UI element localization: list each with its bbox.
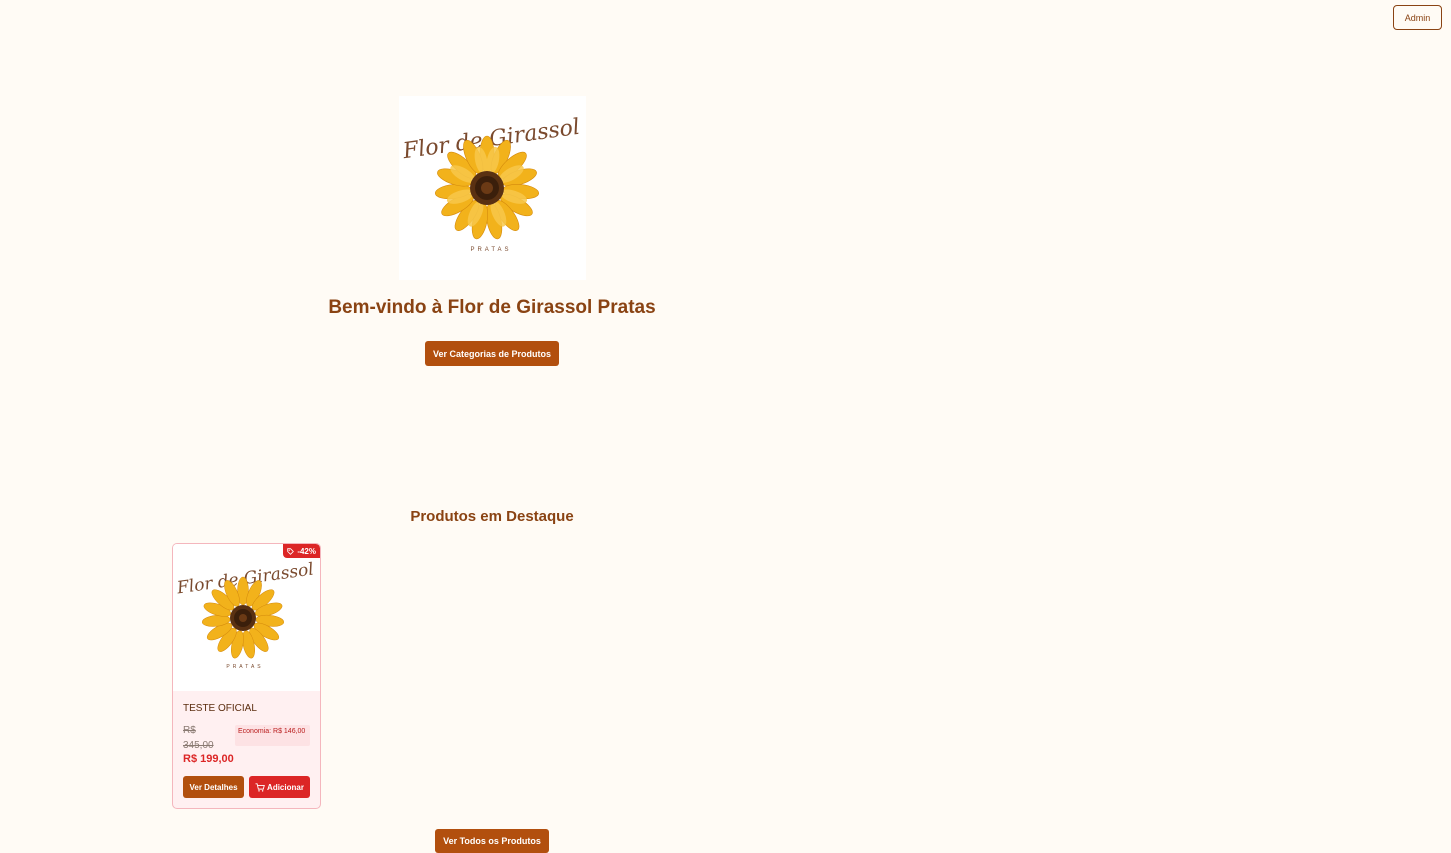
saving-badge: Economia: R$ 146,00 bbox=[235, 725, 310, 746]
product-name[interactable]: TESTE OFICIAL bbox=[183, 703, 257, 714]
cart-icon bbox=[255, 782, 265, 792]
tag-icon bbox=[287, 547, 295, 555]
featured-section-title: Produtos em Destaque bbox=[410, 508, 574, 525]
view-all-products-button[interactable]: Ver Todos os Produtos bbox=[435, 829, 549, 853]
logo-subtitle: PRATAS bbox=[470, 247, 511, 253]
add-button-label: Adicionar bbox=[267, 782, 304, 792]
view-details-button[interactable]: Ver Detalhes bbox=[183, 776, 244, 798]
product-price: R$ 199,00 bbox=[183, 753, 234, 765]
discount-label: -42% bbox=[297, 546, 316, 556]
add-to-cart-button[interactable]: Adicionar bbox=[249, 776, 310, 798]
product-image[interactable]: Flor de Girassol bbox=[173, 544, 320, 691]
hero-title: Bem-vindo à Flor de Girassol Pratas bbox=[328, 297, 656, 318]
discount-badge: -42% bbox=[283, 544, 320, 558]
product-card[interactable]: Flor de Girassol bbox=[172, 543, 321, 809]
brand-logo: Flor de Girassol PRATAS bbox=[399, 96, 586, 280]
admin-button[interactable]: Admin bbox=[1393, 5, 1442, 30]
old-price: R$ 345,00 bbox=[183, 725, 214, 751]
view-categories-button[interactable]: Ver Categorias de Produtos bbox=[425, 341, 559, 366]
product-logo-subtitle: PRATAS bbox=[226, 664, 263, 670]
